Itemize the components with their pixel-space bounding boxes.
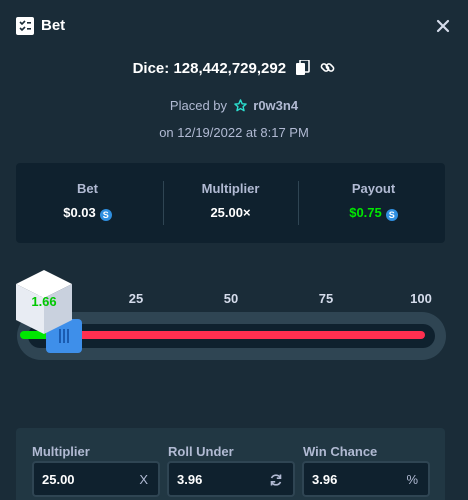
win-chance-suffix: %	[406, 472, 418, 487]
tick-label: 75	[318, 291, 334, 306]
tick-label: 100	[410, 291, 432, 306]
multiplier-label: Multiplier	[201, 181, 260, 196]
tick-label: 50	[223, 291, 239, 306]
payout-label: Payout	[351, 181, 396, 196]
bet-value: $0.03 S	[16, 205, 159, 221]
multiplier-input-value: 25.00	[42, 472, 75, 487]
dice-bet-id: Dice: 128,442,729,292	[0, 60, 468, 77]
bet-value-text: $0.03	[63, 205, 96, 220]
roll-under-label: Roll Under	[168, 444, 234, 459]
tick-label: 25	[128, 291, 144, 306]
close-icon[interactable]	[433, 16, 453, 36]
modal-title: Bet	[41, 17, 66, 34]
coin-icon: S	[99, 209, 112, 221]
placed-by-label: Placed by	[169, 98, 228, 113]
stat-divider	[298, 181, 299, 225]
multiplier-suffix: X	[139, 472, 148, 487]
multiplier-stat: Multiplier 25.00×	[159, 163, 302, 243]
link-icon[interactable]	[320, 60, 335, 75]
multiplier-input[interactable]: 25.00 X	[32, 461, 160, 497]
roll-under-value: 3.96	[177, 472, 203, 487]
username-link[interactable]: r0w3n4	[253, 98, 298, 113]
multiplier-value: 25.00×	[210, 205, 251, 220]
swap-icon[interactable]	[269, 473, 283, 487]
win-chance-input[interactable]: 3.96 %	[302, 461, 430, 497]
modal-header: Bet	[0, 0, 468, 52]
dice-bet-id-text: Dice: 128,442,729,292	[132, 60, 287, 77]
win-chance-label: Win Chance	[303, 444, 378, 459]
bet-label: Bet	[77, 181, 98, 196]
payout-stat: Payout $0.75 S	[302, 163, 445, 243]
bet-date: on 12/19/2022 at 8:17 PM	[159, 125, 309, 140]
payout-value-text: $0.75	[349, 205, 382, 220]
win-chance-value: 3.96	[312, 472, 338, 487]
placed-by: Placed by r0w3n4	[0, 98, 468, 113]
bet-amount-stat: Bet $0.03 S	[16, 163, 159, 243]
coin-icon: S	[385, 209, 398, 221]
payout-value: $0.75 S	[302, 205, 445, 221]
copy-icon[interactable]	[296, 60, 311, 75]
star-icon	[233, 99, 247, 112]
multiplier-input-label: Multiplier	[32, 444, 90, 459]
roll-under-input[interactable]: 3.96	[167, 461, 295, 497]
dice-result-value: 1.66	[31, 294, 57, 309]
slider-lose-range	[52, 331, 425, 339]
bet-slip-icon	[16, 17, 34, 35]
bet-stats-panel: Bet $0.03 S Multiplier 25.00× Payout $0.7…	[16, 163, 445, 243]
